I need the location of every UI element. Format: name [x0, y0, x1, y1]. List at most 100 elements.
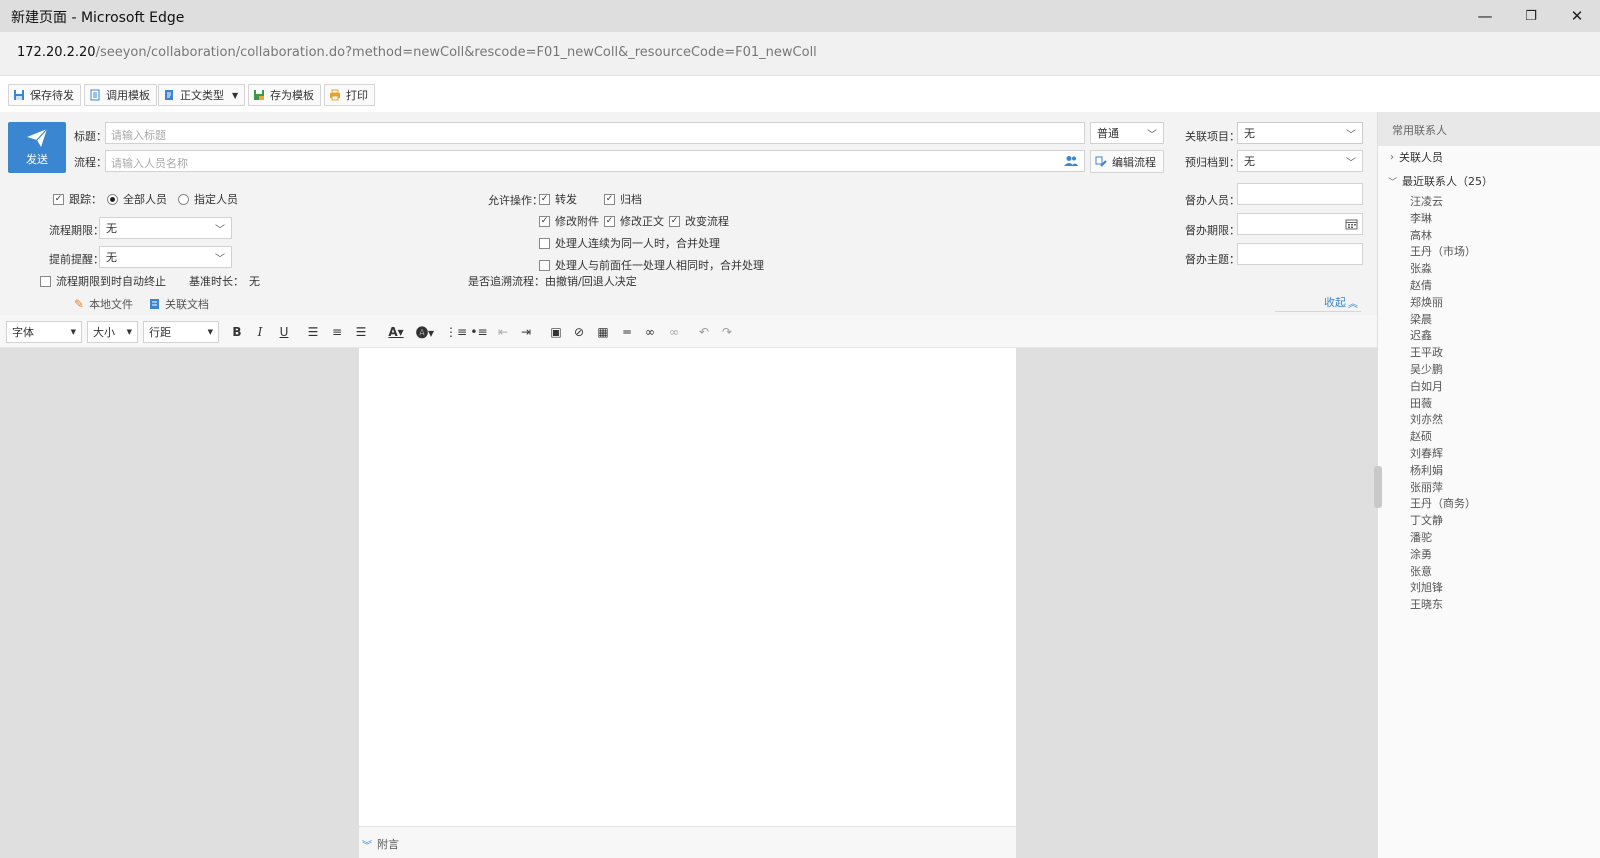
indent-icon[interactable]: ⇥ [516, 321, 536, 343]
archive-select[interactable]: 无 ﹀ [1237, 150, 1363, 172]
minimize-button[interactable]: — [1462, 0, 1508, 32]
priority-select[interactable]: 普通 ﹀ [1090, 122, 1164, 144]
contact-item[interactable]: 丁文静 [1410, 512, 1443, 528]
archive-value: 无 [1244, 155, 1255, 168]
contact-item[interactable]: 李琳 [1410, 210, 1432, 226]
ordered-list-icon[interactable]: ⋮≡ [445, 321, 467, 343]
send-button[interactable]: 发送 [8, 122, 66, 173]
editor-body[interactable] [359, 348, 1016, 826]
url-text[interactable]: 172.20.2.20/seeyon/collaboration/collabo… [17, 45, 817, 60]
op-merge-same-row: 处理人连续为同一人时，合并处理 [539, 235, 720, 251]
deadline-select[interactable]: 无 ﹀ [99, 217, 232, 239]
contact-item[interactable]: 王丹（市场） [1410, 243, 1476, 259]
contact-item[interactable]: 刘旭锋 [1410, 579, 1443, 595]
flow-input[interactable]: 请输入人员名称 [105, 150, 1085, 172]
size-select[interactable]: 大小 ▼ [87, 321, 138, 343]
contact-item[interactable]: 郑焕丽 [1410, 294, 1443, 310]
track-specified-radio[interactable] [178, 193, 189, 205]
restore-button[interactable]: ❐ [1508, 0, 1554, 32]
contact-item[interactable]: 迟鑫 [1410, 327, 1432, 343]
save-template-button[interactable]: 存为模板 [248, 84, 321, 106]
save-template-label: 存为模板 [270, 89, 314, 102]
contact-item[interactable]: 刘春辉 [1410, 445, 1443, 461]
underline-icon[interactable]: U [274, 321, 294, 343]
link-icon[interactable]: ∞ [640, 321, 660, 343]
supervisor-input[interactable] [1237, 183, 1363, 205]
address-bar[interactable]: 172.20.2.20/seeyon/collaboration/collabo… [0, 32, 1600, 76]
attachment-toggle[interactable]: ︾ 附言 [362, 836, 399, 852]
contact-item[interactable]: 张淼 [1410, 260, 1432, 276]
op-merge-prev-checkbox[interactable] [539, 259, 550, 271]
allow-ops-label: 允许操作： [488, 194, 543, 207]
title-input[interactable]: 请输入标题 [105, 122, 1085, 144]
sidebar-resize-handle[interactable] [1374, 466, 1382, 508]
contact-item[interactable]: 吴少鹏 [1410, 361, 1443, 377]
align-center-icon[interactable]: ≡ [327, 321, 347, 343]
bold-icon[interactable]: B [227, 321, 247, 343]
supervise-topic-input[interactable] [1237, 243, 1363, 265]
save-draft-button[interactable]: 保存待发 [8, 84, 81, 106]
contact-item[interactable]: 潘驼 [1410, 529, 1432, 545]
use-template-button[interactable]: 调用模板 [84, 84, 157, 106]
align-right-icon[interactable]: ☰ [351, 321, 371, 343]
track-checkbox[interactable]: ✓ [53, 193, 64, 205]
line-height-value: 行距 [149, 326, 171, 339]
op-modify-body-checkbox[interactable]: ✓ [604, 215, 615, 227]
outdent-icon[interactable]: ⇤ [493, 321, 513, 343]
line-height-select[interactable]: 行距 ▼ [143, 321, 219, 343]
recent-contacts-label: 最近联系人（25） [1402, 175, 1494, 188]
op-merge-same-checkbox[interactable] [539, 237, 550, 249]
contact-item[interactable]: 汪凌云 [1410, 193, 1443, 209]
table-icon[interactable]: ▦ [593, 321, 613, 343]
contact-item[interactable]: 高林 [1410, 227, 1432, 243]
attachment-bar[interactable]: ︾ 附言 [359, 826, 1016, 858]
contact-item[interactable]: 白如月 [1410, 378, 1443, 394]
local-file-link[interactable]: ✎ 本地文件 [74, 296, 133, 312]
contact-item[interactable]: 涂勇 [1410, 546, 1432, 562]
people-icon[interactable] [1064, 155, 1078, 167]
related-people-node[interactable]: › 关联人员 [1390, 149, 1443, 165]
contact-item[interactable]: 张丽萍 [1410, 479, 1443, 495]
horizontal-rule-icon[interactable]: ═ [617, 321, 637, 343]
edit-flow-button[interactable]: 编辑流程 [1090, 150, 1164, 173]
image-icon[interactable]: ▣ [546, 321, 566, 343]
related-doc-link[interactable]: 关联文档 [149, 296, 209, 312]
body-type-dropdown[interactable]: 正文类型 ▼ [158, 84, 246, 106]
contact-item[interactable]: 王丹（商务） [1410, 495, 1476, 511]
italic-icon[interactable]: I [250, 321, 270, 343]
contact-item[interactable]: 田薇 [1410, 395, 1432, 411]
unordered-list-icon[interactable]: •≡ [469, 321, 489, 343]
undo-icon[interactable]: ↶ [694, 321, 714, 343]
op-forward-checkbox[interactable]: ✓ [539, 193, 550, 205]
contact-item[interactable]: 张意 [1410, 563, 1432, 579]
remind-select[interactable]: 无 ﹀ [99, 246, 232, 268]
font-select[interactable]: 字体 ▼ [6, 321, 82, 343]
recent-contacts-node[interactable]: ﹀ 最近联系人（25） [1388, 173, 1493, 189]
align-left-icon[interactable]: ☰ [303, 321, 323, 343]
close-button[interactable]: ✕ [1554, 0, 1600, 32]
redo-icon[interactable]: ↷ [717, 321, 737, 343]
contact-item[interactable]: 王晓东 [1410, 596, 1443, 612]
print-button[interactable]: 打印 [324, 84, 375, 106]
font-color-icon[interactable]: A▾ [383, 321, 409, 343]
op-modify-attach-checkbox[interactable]: ✓ [539, 215, 550, 227]
related-project-select[interactable]: 无 ﹀ [1237, 122, 1363, 144]
size-value: 大小 [93, 326, 115, 339]
highlight-color-icon[interactable]: 🅐▾ [412, 321, 438, 343]
contact-item[interactable]: 刘亦然 [1410, 411, 1443, 427]
supervise-deadline-input[interactable] [1237, 213, 1363, 235]
collapse-link[interactable]: 收起 ︽ [1324, 294, 1358, 310]
contact-item[interactable]: 梁晨 [1410, 311, 1432, 327]
auto-end-checkbox[interactable] [40, 275, 51, 287]
op-change-flow-checkbox[interactable]: ✓ [669, 215, 680, 227]
related-doc-icon [150, 299, 159, 309]
contact-item[interactable]: 赵倩 [1410, 277, 1432, 293]
op-archive-checkbox[interactable]: ✓ [604, 193, 615, 205]
calendar-icon[interactable] [1345, 218, 1358, 230]
contact-item[interactable]: 杨利娟 [1410, 462, 1443, 478]
contact-item[interactable]: 赵硕 [1410, 428, 1432, 444]
track-all-radio[interactable] [107, 193, 118, 205]
flash-icon[interactable]: ⊘ [569, 321, 589, 343]
unlink-icon[interactable]: ∞ [664, 321, 684, 343]
contact-item[interactable]: 王平政 [1410, 344, 1443, 360]
